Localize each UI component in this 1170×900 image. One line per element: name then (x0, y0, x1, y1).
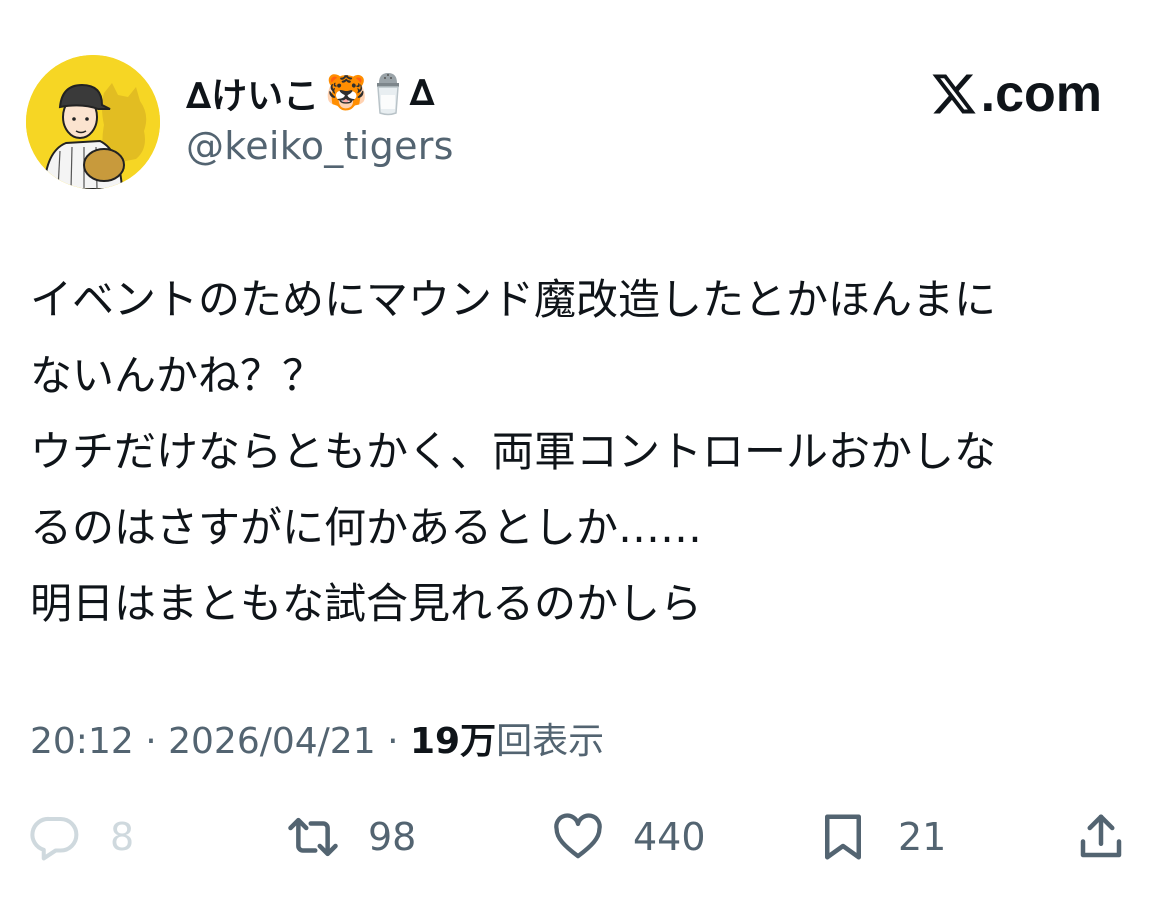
display-name-suffix: ∆ (409, 72, 435, 114)
tweet-text: イベントのためにマウンド魔改造したとかほんまに ないんかね？？ ウチだけならとも… (30, 262, 1140, 642)
tweet-line: るのはさすがに何かあるとしか…… (30, 503, 703, 552)
avatar[interactable] (26, 55, 160, 189)
views-count: 19万 (409, 721, 497, 762)
bookmark-button[interactable]: 21 (816, 810, 946, 864)
x-com-brand: .com (929, 64, 1102, 124)
retweet-button[interactable]: 98 (286, 810, 416, 864)
reply-icon (30, 816, 79, 861)
share-button[interactable] (1074, 810, 1128, 864)
user-handle[interactable]: @keiko_tigers (186, 124, 454, 168)
like-count: 440 (633, 815, 706, 859)
like-button[interactable]: 440 (551, 810, 706, 864)
display-name-prefix: ∆けいこ (186, 76, 320, 117)
x-logo-icon (932, 74, 976, 114)
display-name[interactable]: ∆けいこ 🐯 ∆ (186, 68, 435, 118)
reply-button[interactable]: 8 (28, 810, 134, 864)
tweet-date[interactable]: 2026/04/21 (168, 721, 376, 762)
avatar-illustration (26, 55, 160, 189)
tweet-line: イベントのためにマウンド魔改造したとかほんまに (30, 275, 997, 324)
heart-icon (554, 813, 602, 859)
tweet-line: ウチだけならともかく、両軍コントロールおかしな (30, 427, 997, 476)
bookmark-icon (825, 814, 861, 860)
tweet-meta: 20:12 · 2026/04/21 · 19万回表示 (30, 712, 604, 764)
tweet-line: 明日はまともな試合見れるのかしら (30, 579, 703, 628)
tweet-line: ないんかね？？ (30, 351, 325, 400)
reply-count: 8 (110, 815, 135, 859)
salt-shaker-icon (373, 69, 403, 117)
share-icon (1080, 814, 1122, 858)
tiger-emoji-icon: 🐯 (325, 73, 368, 113)
meta-separator: · (145, 721, 157, 762)
retweet-icon (288, 817, 338, 857)
retweet-count: 98 (368, 815, 417, 859)
meta-separator: · (387, 721, 399, 762)
views-label: 回表示 (496, 721, 605, 762)
action-bar: 8 98 440 21 (0, 800, 1170, 880)
bookmark-count: 21 (898, 815, 947, 859)
domain-text: .com (980, 65, 1102, 123)
tweet-time[interactable]: 20:12 (30, 721, 134, 762)
